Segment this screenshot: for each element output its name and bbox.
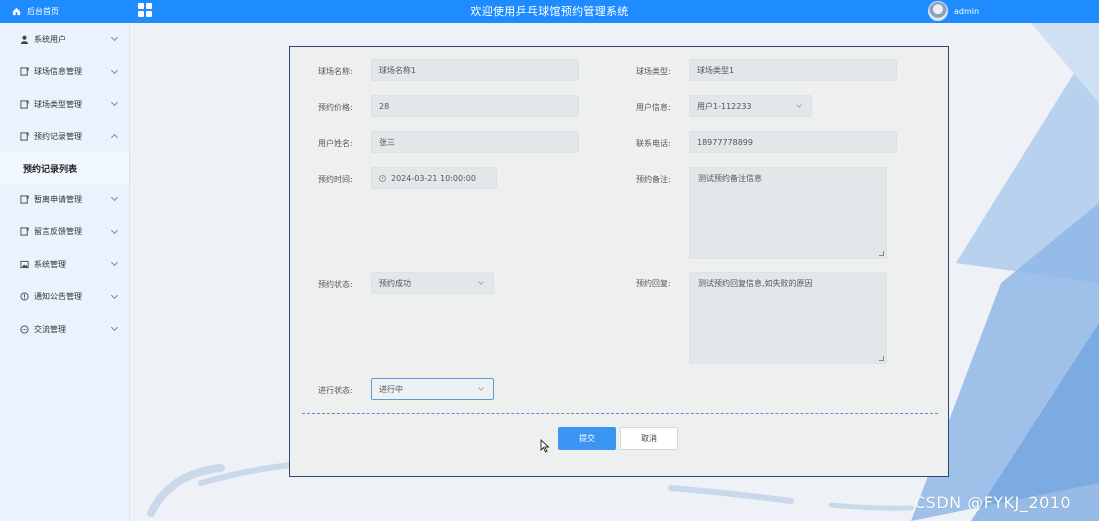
chat-icon [20, 325, 29, 334]
chevron-down-icon [110, 98, 119, 107]
sidebar-item-court-info[interactable]: 球场信息管理 [0, 56, 129, 89]
submit-button[interactable]: 提交 [558, 427, 616, 450]
document-icon [20, 227, 29, 236]
sidebar-item-court-type[interactable]: 球场类型管理 [0, 88, 129, 121]
chevron-down-icon [478, 279, 484, 285]
document-icon [20, 195, 29, 204]
booking-edit-form: 球场名称: 球场名称1 球场类型: 球场类型1 预约价格: 28 用户信息: 用… [289, 46, 949, 477]
chevron-down-icon [110, 291, 119, 299]
sidebar-item-label: 通知公告管理 [34, 292, 82, 302]
reply-textarea[interactable]: 测试预约回复信息,如失败的原因 [689, 272, 887, 364]
progress-label: 进行状态: [318, 386, 353, 395]
remark-value: 测试预约备注信息 [698, 174, 762, 183]
top-bar: 后台首页 欢迎使用乒乓球馆预约管理系统 admin [0, 0, 1099, 23]
phone-label: 联系电话: [636, 139, 671, 148]
court-type-value: 球场类型1 [697, 65, 735, 75]
sidebar-item-system-users[interactable]: 系统用户 [0, 23, 129, 56]
sidebar-item-booking-records[interactable]: 预约记录管理 [0, 121, 129, 154]
court-name-field[interactable]: 球场名称1 [371, 59, 579, 81]
sidebar-item-label: 预约记录管理 [34, 132, 82, 142]
resize-handle-icon[interactable] [879, 251, 884, 256]
chevron-down-icon [110, 33, 119, 42]
user-menu[interactable]: admin [928, 1, 979, 21]
clock-icon [379, 174, 386, 182]
sidebar-item-label: 留言反馈管理 [34, 227, 82, 237]
sidebar-item-label: 交流管理 [34, 324, 66, 334]
user-name-field[interactable]: 张三 [371, 131, 579, 153]
document-icon [20, 100, 29, 109]
price-label: 预约价格: [318, 103, 353, 112]
sidebar-item-leave-requests[interactable]: 暂离申请管理 [0, 183, 129, 216]
court-name-label: 球场名称: [318, 67, 353, 76]
user-info-value: 用户1-112233 [697, 101, 752, 111]
sidebar-item-label: 球场信息管理 [34, 67, 82, 77]
chevron-up-icon [110, 133, 119, 141]
sidebar-item-feedback[interactable]: 留言反馈管理 [0, 216, 129, 249]
mouse-cursor-icon [540, 439, 550, 453]
user-name-label: 用户姓名: [318, 139, 353, 148]
user-name-value: 张三 [379, 137, 395, 147]
sidebar-item-communication[interactable]: 交流管理 [0, 313, 129, 346]
user-icon [20, 35, 29, 44]
time-label: 预约时间: [318, 175, 353, 184]
status-select[interactable]: 预约成功 [371, 272, 494, 294]
watermark: CSDN @FYKJ_2010 [914, 493, 1072, 512]
info-circle-icon [20, 292, 29, 301]
cancel-button[interactable]: 取消 [620, 427, 678, 450]
price-field[interactable]: 28 [371, 95, 579, 117]
avatar [928, 1, 948, 21]
price-value: 28 [379, 101, 390, 111]
status-value: 预约成功 [379, 278, 411, 288]
user-info-label: 用户信息: [636, 103, 671, 112]
phone-field[interactable]: 18977778899 [689, 131, 897, 153]
sidebar-item-announcements[interactable]: 通知公告管理 [0, 281, 129, 314]
phone-value: 18977778899 [697, 137, 753, 147]
court-type-field[interactable]: 球场类型1 [689, 59, 897, 81]
chevron-down-icon [110, 323, 119, 332]
picture-icon [20, 260, 29, 269]
sidebar-item-label: 暂离申请管理 [34, 194, 82, 204]
sidebar: 系统用户 球场信息管理 球场类型管理 预约记录管理 预约记录列表 暂离申请管理 … [0, 23, 130, 521]
user-info-select[interactable]: 用户1-112233 [689, 95, 812, 117]
document-icon [20, 67, 29, 76]
sidebar-subitem-booking-list[interactable]: 预约记录列表 [0, 153, 129, 183]
reply-value: 测试预约回复信息,如失败的原因 [698, 279, 813, 288]
remark-textarea[interactable]: 测试预约备注信息 [689, 167, 887, 259]
username: admin [954, 6, 980, 16]
sidebar-item-label: 球场类型管理 [34, 99, 82, 109]
reply-label: 预约回复: [636, 279, 671, 288]
chevron-down-icon [110, 66, 119, 74]
chevron-down-icon [110, 258, 119, 267]
court-name-value: 球场名称1 [379, 65, 417, 75]
remark-label: 预约备注: [636, 175, 671, 184]
sidebar-item-system-management[interactable]: 系统管理 [0, 248, 129, 281]
court-type-label: 球场类型: [636, 67, 671, 76]
document-icon [20, 132, 29, 141]
chevron-down-icon [110, 193, 119, 202]
resize-handle-icon[interactable] [879, 356, 884, 361]
chevron-down-icon [478, 385, 484, 391]
time-picker[interactable]: 2024-03-21 10:00:00 [371, 167, 497, 189]
chevron-down-icon [110, 226, 119, 234]
progress-value: 进行中 [379, 384, 403, 394]
form-divider [302, 413, 938, 414]
time-value: 2024-03-21 10:00:00 [391, 173, 476, 183]
progress-select[interactable]: 进行中 [371, 378, 494, 400]
chevron-down-icon [796, 102, 802, 108]
status-label: 预约状态: [318, 280, 353, 289]
sidebar-item-label: 系统管理 [34, 259, 66, 269]
sidebar-item-label: 系统用户 [34, 34, 66, 44]
